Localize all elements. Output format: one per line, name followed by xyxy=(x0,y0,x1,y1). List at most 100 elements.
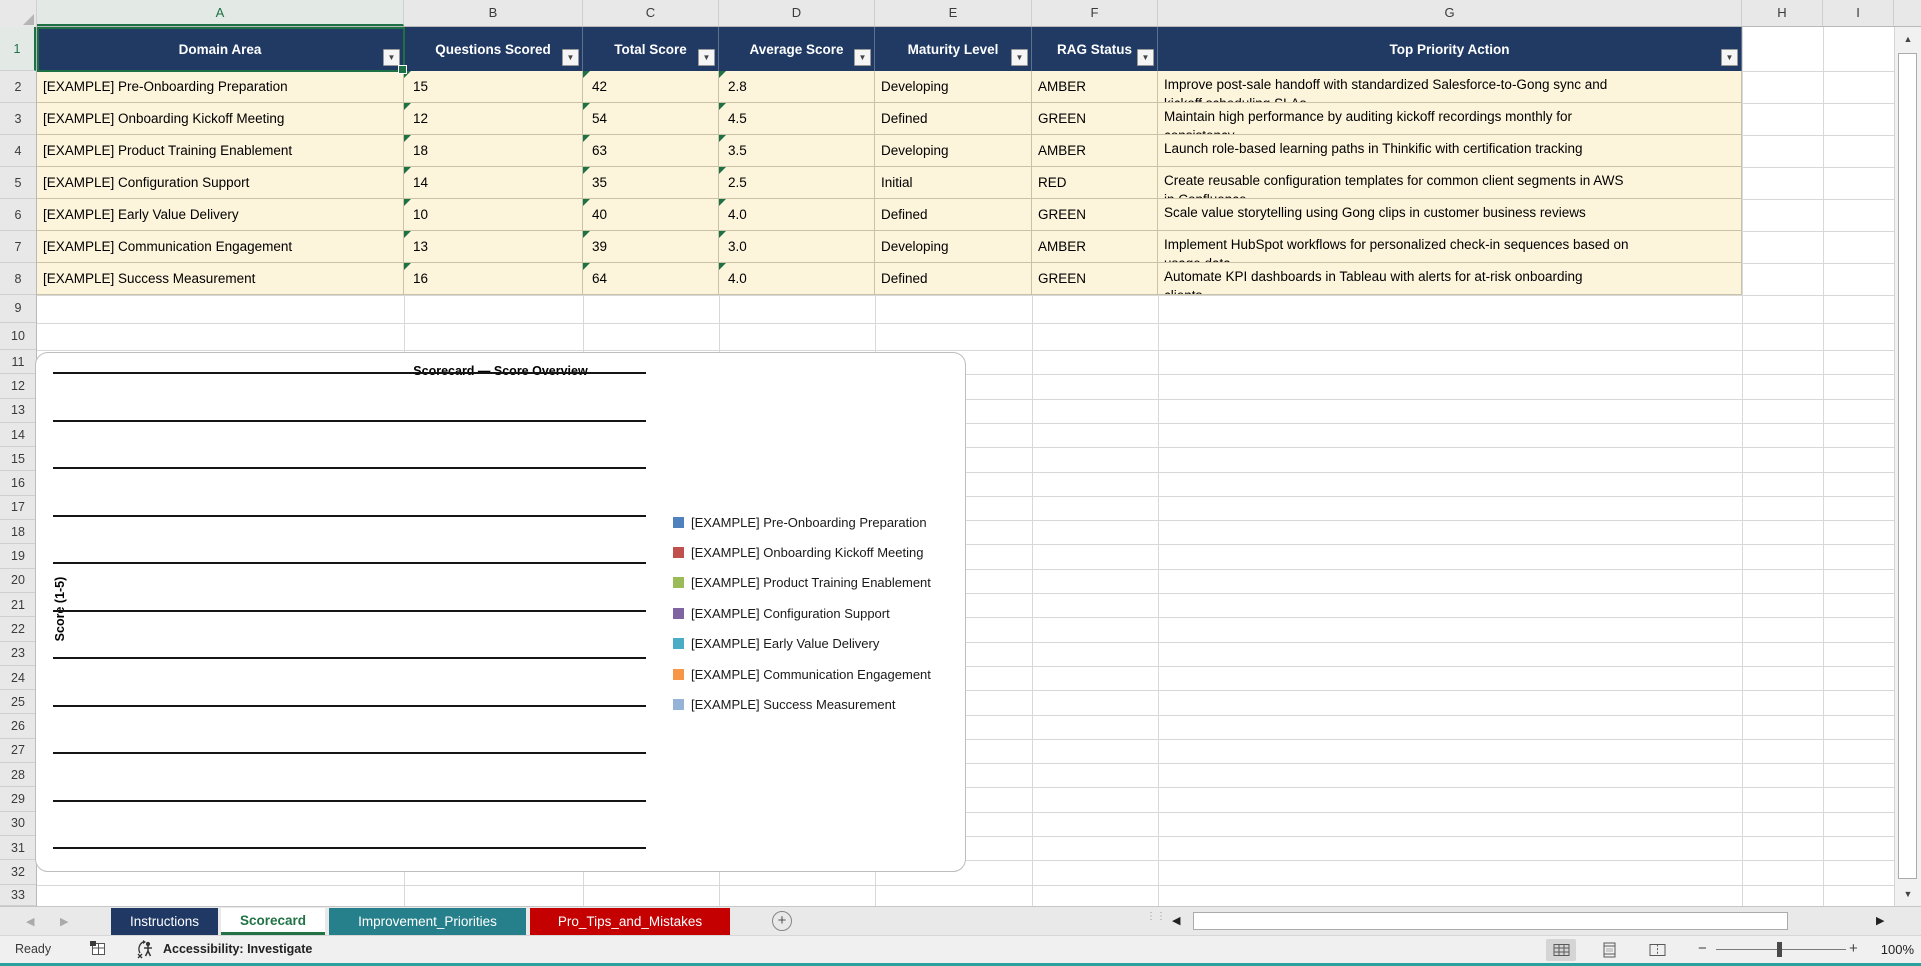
cell-B6[interactable]: 10 xyxy=(404,199,583,231)
sheet-tab-scorecard[interactable]: Scorecard xyxy=(221,908,325,935)
row-header-10[interactable]: 10 xyxy=(0,322,36,350)
row-header-12[interactable]: 12 xyxy=(0,374,36,399)
row-header-20[interactable]: 20 xyxy=(0,568,36,593)
select-all-button[interactable] xyxy=(0,0,37,27)
row-header-21[interactable]: 21 xyxy=(0,593,36,618)
page-break-preview-button[interactable] xyxy=(1642,939,1672,961)
cell-F7[interactable]: AMBER xyxy=(1032,231,1158,263)
row-header-23[interactable]: 23 xyxy=(0,641,36,666)
column-header-a[interactable]: A xyxy=(37,0,404,26)
row-header-4[interactable]: 4 xyxy=(0,135,36,167)
record-macro-icon[interactable] xyxy=(90,941,107,960)
cell-A5[interactable]: [EXAMPLE] Configuration Support xyxy=(37,167,404,199)
vertical-scrollbar-thumb[interactable] xyxy=(1898,53,1917,879)
scroll-left-icon[interactable]: ◀ xyxy=(1172,914,1180,927)
legend-item[interactable]: [EXAMPLE] Early Value Delivery xyxy=(673,629,879,659)
row-header-18[interactable]: 18 xyxy=(0,520,36,545)
cell-D4[interactable]: 3.5 xyxy=(719,135,875,167)
table-header-rag-status[interactable]: RAG Status ▼ xyxy=(1032,27,1158,71)
column-header-f[interactable]: F xyxy=(1032,0,1158,26)
column-header-b[interactable]: B xyxy=(404,0,583,26)
row-header-32[interactable]: 32 xyxy=(0,860,36,885)
row-header-11[interactable]: 11 xyxy=(0,350,36,375)
filter-dropdown-button[interactable]: ▼ xyxy=(854,49,871,66)
new-sheet-button[interactable]: + xyxy=(772,911,792,931)
cell-A3[interactable]: [EXAMPLE] Onboarding Kickoff Meeting xyxy=(37,103,404,135)
tab-scroll-right-icon[interactable]: ▶ xyxy=(60,915,68,928)
table-header-average-score[interactable]: Average Score ▼ xyxy=(719,27,875,71)
cell-G3[interactable]: Maintain high performance by auditing ki… xyxy=(1158,103,1742,135)
row-header-6[interactable]: 6 xyxy=(0,199,36,231)
scrollbar-splitter-handle[interactable]: ⋮⋮ xyxy=(1146,912,1166,929)
column-header-h[interactable]: H xyxy=(1742,0,1823,26)
cell-C8[interactable]: 64 xyxy=(583,263,719,295)
zoom-in-button[interactable]: + xyxy=(1849,940,1858,957)
row-header-28[interactable]: 28 xyxy=(0,763,36,788)
cell-E5[interactable]: Initial xyxy=(875,167,1032,199)
row-header-1[interactable]: 1 xyxy=(0,27,36,71)
legend-item[interactable]: [EXAMPLE] Onboarding Kickoff Meeting xyxy=(673,537,923,567)
cell-B5[interactable]: 14 xyxy=(404,167,583,199)
cell-D2[interactable]: 2.8 xyxy=(719,71,875,103)
column-header-c[interactable]: C xyxy=(583,0,719,26)
filter-dropdown-button[interactable]: ▼ xyxy=(1011,49,1028,66)
normal-view-button[interactable] xyxy=(1546,939,1576,961)
cell-B8[interactable]: 16 xyxy=(404,263,583,295)
column-header-g[interactable]: G xyxy=(1158,0,1742,26)
filter-dropdown-button[interactable]: ▼ xyxy=(562,49,579,66)
page-layout-view-button[interactable] xyxy=(1594,939,1624,961)
table-header-top-priority-action[interactable]: Top Priority Action ▼ xyxy=(1158,27,1742,71)
row-header-19[interactable]: 19 xyxy=(0,544,36,569)
sheet-tab-instructions[interactable]: Instructions xyxy=(111,908,218,935)
row-header-31[interactable]: 31 xyxy=(0,836,36,861)
scroll-up-icon[interactable]: ▲ xyxy=(1895,34,1921,44)
cell-E7[interactable]: Developing xyxy=(875,231,1032,263)
cell-F3[interactable]: GREEN xyxy=(1032,103,1158,135)
row-header-26[interactable]: 26 xyxy=(0,714,36,739)
cell-G2[interactable]: Improve post-sale handoff with standardi… xyxy=(1158,71,1742,103)
cell-G8[interactable]: Automate KPI dashboards in Tableau with … xyxy=(1158,263,1742,295)
cell-C2[interactable]: 42 xyxy=(583,71,719,103)
row-header-5[interactable]: 5 xyxy=(0,167,36,199)
table-header-total-score[interactable]: Total Score ▼ xyxy=(583,27,719,71)
vertical-scrollbar[interactable]: ▲ ▼ xyxy=(1894,27,1921,906)
cell-E2[interactable]: Developing xyxy=(875,71,1032,103)
cell-F4[interactable]: AMBER xyxy=(1032,135,1158,167)
cell-B2[interactable]: 15 xyxy=(404,71,583,103)
cell-C4[interactable]: 63 xyxy=(583,135,719,167)
row-header-15[interactable]: 15 xyxy=(0,447,36,472)
legend-item[interactable]: [EXAMPLE] Configuration Support xyxy=(673,598,890,628)
row-header-25[interactable]: 25 xyxy=(0,690,36,715)
cell-A6[interactable]: [EXAMPLE] Early Value Delivery xyxy=(37,199,404,231)
cell-D7[interactable]: 3.0 xyxy=(719,231,875,263)
legend-item[interactable]: [EXAMPLE] Product Training Enablement xyxy=(673,568,931,598)
column-header-e[interactable]: E xyxy=(875,0,1032,26)
row-header-8[interactable]: 8 xyxy=(0,263,36,295)
row-header-3[interactable]: 3 xyxy=(0,103,36,135)
cell-C3[interactable]: 54 xyxy=(583,103,719,135)
scroll-right-icon[interactable]: ▶ xyxy=(1876,914,1884,927)
row-header-33[interactable]: 33 xyxy=(0,884,36,906)
table-header-maturity-level[interactable]: Maturity Level ▼ xyxy=(875,27,1032,71)
column-header-d[interactable]: D xyxy=(719,0,875,26)
row-header-27[interactable]: 27 xyxy=(0,738,36,764)
filter-dropdown-button[interactable]: ▼ xyxy=(1137,49,1154,66)
cell-D6[interactable]: 4.0 xyxy=(719,199,875,231)
cell-D5[interactable]: 2.5 xyxy=(719,167,875,199)
row-header-22[interactable]: 22 xyxy=(0,617,36,642)
chart-title[interactable]: Scorecard — Score Overview xyxy=(36,364,965,378)
score-overview-chart[interactable]: Scorecard — Score Overview Score (1-5) [… xyxy=(35,352,966,872)
cell-F8[interactable]: GREEN xyxy=(1032,263,1158,295)
cell-F2[interactable]: AMBER xyxy=(1032,71,1158,103)
row-header-29[interactable]: 29 xyxy=(0,787,36,812)
row-header-17[interactable]: 17 xyxy=(0,495,36,521)
cell-D3[interactable]: 4.5 xyxy=(719,103,875,135)
cell-G6[interactable]: Scale value storytelling using Gong clip… xyxy=(1158,199,1742,231)
accessibility-status[interactable]: Accessibility: Investigate xyxy=(163,942,312,956)
cell-G7[interactable]: Implement HubSpot workflows for personal… xyxy=(1158,231,1742,263)
cell-C7[interactable]: 39 xyxy=(583,231,719,263)
row-header-24[interactable]: 24 xyxy=(0,665,36,691)
legend-item[interactable]: [EXAMPLE] Pre-Onboarding Preparation xyxy=(673,507,927,537)
row-header-30[interactable]: 30 xyxy=(0,811,36,836)
cell-B4[interactable]: 18 xyxy=(404,135,583,167)
